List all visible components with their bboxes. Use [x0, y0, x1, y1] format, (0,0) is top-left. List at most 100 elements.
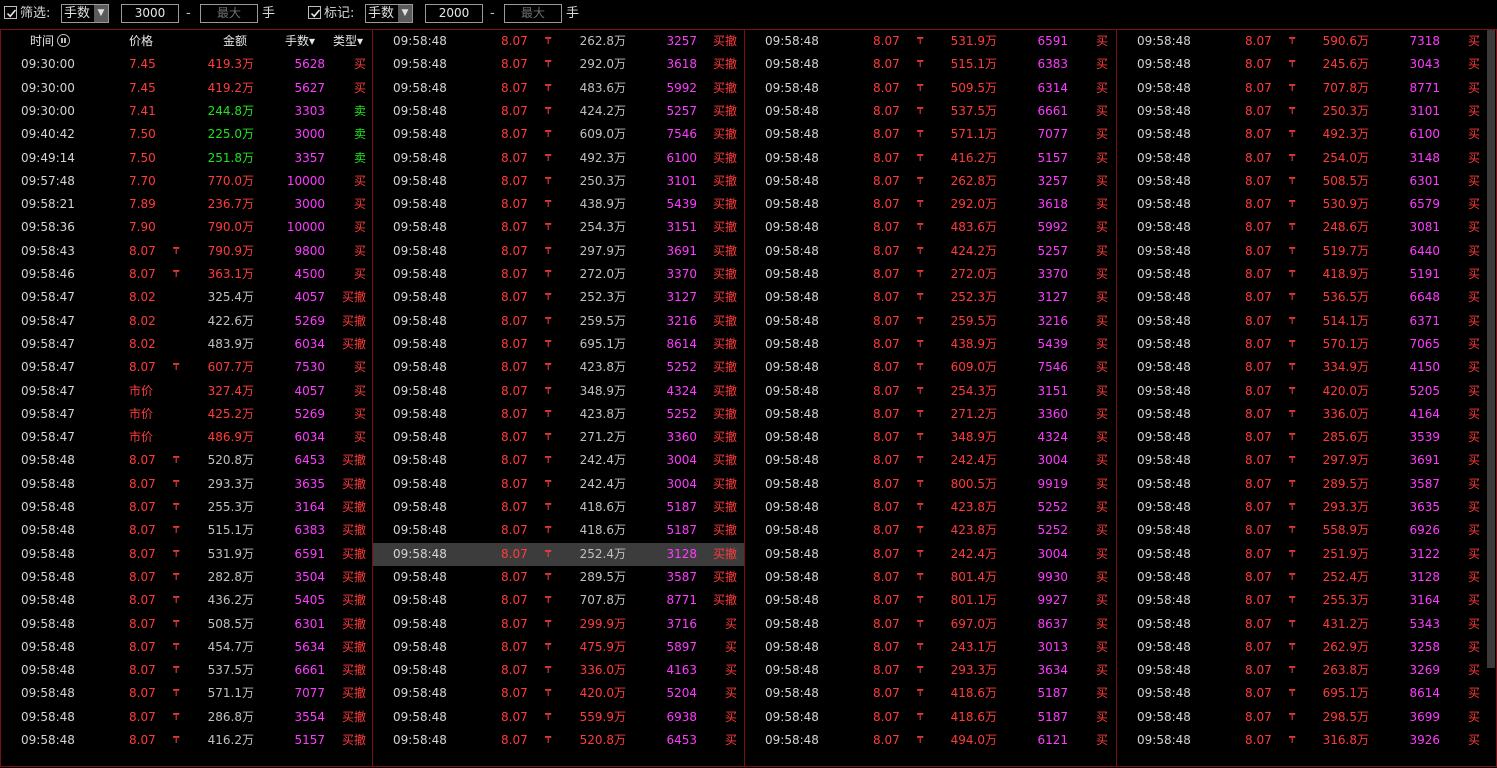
table-row[interactable]: 09:58:48 8.07 ₸ 245.6万 3043 买 — [1117, 53, 1496, 76]
table-row[interactable]: 09:58:48 8.07 ₸ 520.8万 6453 买 — [373, 729, 744, 752]
table-row[interactable]: 09:58:48 8.07 ₸ 252.3万 3127 买撤 — [373, 286, 744, 309]
table-row[interactable]: 09:58:48 8.07 ₸ 508.5万 6301 买 — [1117, 170, 1496, 193]
table-row[interactable]: 09:58:47 8.02 325.4万 4057 买撤 — [1, 286, 372, 309]
table-row[interactable]: 09:58:47 8.07 ₸ 607.7万 7530 买 — [1, 356, 372, 379]
table-row[interactable]: 09:30:00 7.45 419.2万 5627 买 — [1, 77, 372, 100]
table-row[interactable]: 09:58:48 8.07 ₸ 248.6万 3081 买 — [1117, 216, 1496, 239]
table-row[interactable]: 09:58:48 8.07 ₸ 242.4万 3004 买撤 — [373, 473, 744, 496]
mark-max-input[interactable]: 最大 — [504, 4, 562, 23]
table-row[interactable]: 09:58:48 8.07 ₸ 590.6万 7318 买 — [1117, 30, 1496, 53]
table-row[interactable]: 09:58:48 8.07 ₸ 416.2万 5157 买 — [745, 147, 1116, 170]
table-row[interactable]: 09:58:48 8.07 ₸ 494.0万 6121 买 — [745, 729, 1116, 752]
table-row[interactable]: 09:58:48 8.07 ₸ 262.9万 3258 买 — [1117, 636, 1496, 659]
table-row[interactable]: 09:58:48 8.07 ₸ 297.9万 3691 买撤 — [373, 240, 744, 263]
table-row[interactable]: 09:58:48 8.07 ₸ 297.9万 3691 买 — [1117, 449, 1496, 472]
table-row[interactable]: 09:58:48 8.07 ₸ 263.8万 3269 买 — [1117, 659, 1496, 682]
table-row[interactable]: 09:58:47 市价 425.2万 5269 买 — [1, 403, 372, 426]
table-row[interactable]: 09:58:48 8.07 ₸ 316.8万 3926 买 — [1117, 729, 1496, 752]
table-row[interactable]: 09:58:48 8.07 ₸ 508.5万 6301 买撤 — [1, 613, 372, 636]
table-row[interactable]: 09:58:36 7.90 790.0万 10000 买 — [1, 216, 372, 239]
table-row[interactable]: 09:58:48 8.07 ₸ 697.0万 8637 买 — [745, 613, 1116, 636]
table-row[interactable]: 09:58:48 8.07 ₸ 801.1万 9927 买 — [745, 589, 1116, 612]
table-row[interactable]: 09:58:48 8.07 ₸ 255.3万 3164 买撤 — [1, 496, 372, 519]
table-row[interactable]: 09:58:48 8.07 ₸ 475.9万 5897 买 — [373, 636, 744, 659]
header-amount[interactable]: 金额 — [223, 30, 247, 53]
table-row[interactable]: 09:58:48 8.07 ₸ 336.0万 4164 买 — [1117, 403, 1496, 426]
table-row[interactable]: 09:58:48 8.07 ₸ 695.1万 8614 买撤 — [373, 333, 744, 356]
table-row[interactable]: 09:58:48 8.07 ₸ 436.2万 5405 买撤 — [1, 589, 372, 612]
table-row[interactable]: 09:58:48 8.07 ₸ 483.6万 5992 买 — [745, 216, 1116, 239]
table-row[interactable]: 09:58:48 8.07 ₸ 242.4万 3004 买 — [745, 449, 1116, 472]
table-row[interactable]: 09:58:48 8.07 ₸ 438.9万 5439 买 — [745, 333, 1116, 356]
table-row[interactable]: 09:58:48 8.07 ₸ 514.1万 6371 买 — [1117, 310, 1496, 333]
table-row[interactable]: 09:58:48 8.07 ₸ 570.1万 7065 买 — [1117, 333, 1496, 356]
table-row[interactable]: 09:58:48 8.07 ₸ 292.0万 3618 买 — [745, 193, 1116, 216]
table-row[interactable]: 09:58:48 8.07 ₸ 424.2万 5257 买 — [745, 240, 1116, 263]
table-row[interactable]: 09:58:48 8.07 ₸ 271.2万 3360 买撤 — [373, 426, 744, 449]
table-row[interactable]: 09:58:48 8.07 ₸ 255.3万 3164 买 — [1117, 589, 1496, 612]
table-row[interactable]: 09:58:47 8.02 422.6万 5269 买撤 — [1, 310, 372, 333]
table-row[interactable]: 09:58:48 8.07 ₸ 515.1万 6383 买 — [745, 53, 1116, 76]
table-row[interactable]: 09:58:48 8.07 ₸ 243.1万 3013 买 — [745, 636, 1116, 659]
table-row[interactable]: 09:58:48 8.07 ₸ 559.9万 6938 买 — [373, 706, 744, 729]
table-row[interactable]: 09:58:48 8.07 ₸ 418.6万 5187 买撤 — [373, 519, 744, 542]
table-row[interactable]: 09:58:48 8.07 ₸ 707.8万 8771 买撤 — [373, 589, 744, 612]
table-row[interactable]: 09:58:48 8.07 ₸ 571.1万 7077 买 — [745, 123, 1116, 146]
table-row[interactable]: 09:49:14 7.50 251.8万 3357 卖 — [1, 147, 372, 170]
table-row[interactable]: 09:58:48 8.07 ₸ 348.9万 4324 买撤 — [373, 380, 744, 403]
filter-checkbox[interactable] — [4, 6, 17, 19]
table-row[interactable]: 09:58:48 8.07 ₸ 423.8万 5252 买 — [745, 496, 1116, 519]
table-row[interactable]: 09:58:48 8.07 ₸ 423.8万 5252 买撤 — [373, 403, 744, 426]
table-row[interactable]: 09:58:48 8.07 ₸ 251.9万 3122 买 — [1117, 543, 1496, 566]
table-row[interactable]: 09:58:48 8.07 ₸ 509.5万 6314 买 — [745, 77, 1116, 100]
table-row[interactable]: 09:58:48 8.07 ₸ 292.0万 3618 买撤 — [373, 53, 744, 76]
table-row[interactable]: 09:58:48 8.07 ₸ 289.5万 3587 买撤 — [373, 566, 744, 589]
table-row[interactable]: 09:58:48 8.07 ₸ 242.4万 3004 买 — [745, 543, 1116, 566]
table-row[interactable]: 09:58:46 8.07 ₸ 363.1万 4500 买 — [1, 263, 372, 286]
table-row[interactable]: 09:58:48 8.07 ₸ 418.6万 5187 买 — [745, 706, 1116, 729]
table-row[interactable]: 09:58:48 8.07 ₸ 289.5万 3587 买 — [1117, 473, 1496, 496]
table-row[interactable]: 09:58:48 8.07 ₸ 558.9万 6926 买 — [1117, 519, 1496, 542]
table-row[interactable]: 09:58:48 8.07 ₸ 492.3万 6100 买 — [1117, 123, 1496, 146]
table-row[interactable]: 09:58:48 8.07 ₸ 242.4万 3004 买撤 — [373, 449, 744, 472]
table-row[interactable]: 09:58:48 8.07 ₸ 492.3万 6100 买撤 — [373, 147, 744, 170]
table-row[interactable]: 09:58:48 8.07 ₸ 609.0万 7546 买 — [745, 356, 1116, 379]
table-row[interactable]: 09:58:48 8.07 ₸ 420.0万 5205 买 — [1117, 380, 1496, 403]
table-row[interactable]: 09:30:00 7.41 244.8万 3303 卖 — [1, 100, 372, 123]
table-row[interactable]: 09:58:48 8.07 ₸ 531.9万 6591 买撤 — [1, 543, 372, 566]
table-row[interactable]: 09:58:48 8.07 ₸ 286.8万 3554 买撤 — [1, 706, 372, 729]
table-row[interactable]: 09:58:48 8.07 ₸ 423.8万 5252 买 — [745, 519, 1116, 542]
table-row[interactable]: 09:58:48 8.07 ₸ 438.9万 5439 买撤 — [373, 193, 744, 216]
table-row[interactable]: 09:58:43 8.07 ₸ 790.9万 9800 买 — [1, 240, 372, 263]
table-row[interactable]: 09:40:42 7.50 225.0万 3000 卖 — [1, 123, 372, 146]
table-row[interactable]: 09:58:48 8.07 ₸ 262.8万 3257 买 — [745, 170, 1116, 193]
table-row[interactable]: 09:58:48 8.07 ₸ 707.8万 8771 买 — [1117, 77, 1496, 100]
table-row[interactable]: 09:58:48 8.07 ₸ 536.5万 6648 买 — [1117, 286, 1496, 309]
table-row[interactable]: 09:58:48 8.07 ₸ 423.8万 5252 买撤 — [373, 356, 744, 379]
table-row[interactable]: 09:58:48 8.07 ₸ 271.2万 3360 买 — [745, 403, 1116, 426]
table-row[interactable]: 09:58:48 8.07 ₸ 293.3万 3634 买 — [745, 659, 1116, 682]
table-row[interactable]: 09:58:48 8.07 ₸ 695.1万 8614 买 — [1117, 682, 1496, 705]
table-row[interactable]: 09:58:48 8.07 ₸ 571.1万 7077 买撤 — [1, 682, 372, 705]
table-row[interactable]: 09:58:48 8.07 ₸ 424.2万 5257 买撤 — [373, 100, 744, 123]
table-row[interactable]: 09:58:48 8.07 ₸ 259.5万 3216 买撤 — [373, 310, 744, 333]
table-row[interactable]: 09:58:48 8.07 ₸ 418.6万 5187 买 — [745, 682, 1116, 705]
table-row[interactable]: 09:58:47 市价 486.9万 6034 买 — [1, 426, 372, 449]
filter-field-select[interactable]: 手数 ▼ — [61, 4, 109, 23]
table-row[interactable]: 09:58:21 7.89 236.7万 3000 买 — [1, 193, 372, 216]
table-row[interactable]: 09:58:47 市价 327.4万 4057 买 — [1, 380, 372, 403]
table-row[interactable]: 09:58:48 8.07 ₸ 537.5万 6661 买 — [745, 100, 1116, 123]
table-row[interactable]: 09:58:48 8.07 ₸ 252.3万 3127 买 — [745, 286, 1116, 309]
header-price[interactable]: 价格 — [129, 30, 153, 53]
table-row[interactable]: 09:58:48 8.07 ₸ 285.6万 3539 买 — [1117, 426, 1496, 449]
table-row[interactable]: 09:58:48 8.07 ₸ 537.5万 6661 买撤 — [1, 659, 372, 682]
table-row[interactable]: 09:58:48 8.07 ₸ 252.4万 3128 买 — [1117, 566, 1496, 589]
table-row[interactable]: 09:58:48 8.07 ₸ 250.3万 3101 买 — [1117, 100, 1496, 123]
header-volume[interactable]: 手数▾ — [285, 30, 315, 53]
table-row[interactable]: 09:58:48 8.07 ₸ 250.3万 3101 买撤 — [373, 170, 744, 193]
table-row[interactable]: 09:58:48 8.07 ₸ 293.3万 3635 买 — [1117, 496, 1496, 519]
table-row[interactable]: 09:58:48 8.07 ₸ 520.8万 6453 买撤 — [1, 449, 372, 472]
table-row[interactable]: 09:58:48 8.07 ₸ 800.5万 9919 买 — [745, 473, 1116, 496]
table-row[interactable]: 09:58:48 8.07 ₸ 431.2万 5343 买 — [1117, 613, 1496, 636]
table-row[interactable]: 09:30:00 7.45 419.3万 5628 买 — [1, 53, 372, 76]
